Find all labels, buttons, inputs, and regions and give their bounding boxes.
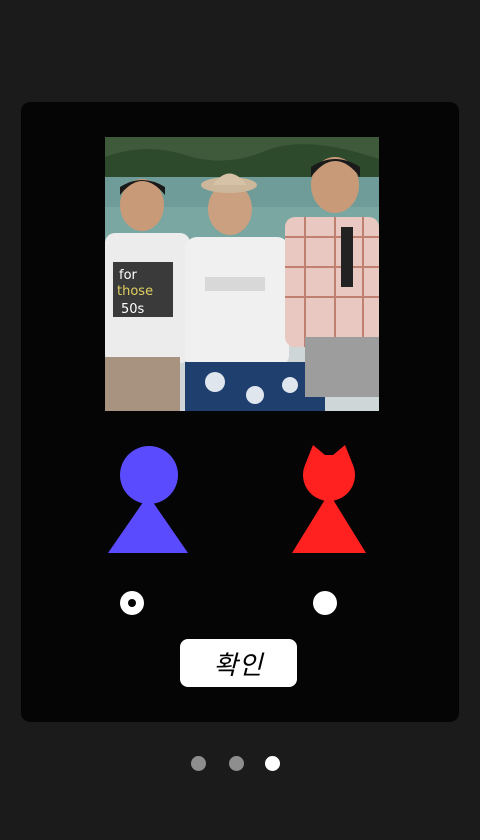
male-figure-option[interactable]	[106, 445, 190, 555]
female-figure-icon	[292, 445, 366, 553]
male-figure-icon	[108, 446, 188, 553]
svg-text:for: for	[119, 268, 138, 283]
gender-select-card: for those 50s 확인	[21, 102, 459, 722]
page-dot-1[interactable]	[191, 756, 206, 771]
female-figure-head	[303, 445, 355, 501]
radio-selected-dot	[128, 599, 136, 607]
page-dot-3[interactable]	[265, 756, 280, 771]
page-indicator	[0, 756, 480, 772]
male-radio-button[interactable]	[120, 591, 144, 615]
svg-text:those: those	[117, 284, 153, 299]
page-dot-2[interactable]	[229, 756, 244, 771]
female-figure-body	[292, 493, 366, 553]
svg-text:50s: 50s	[121, 302, 145, 317]
group-photo-image: for those 50s	[105, 137, 379, 411]
confirm-button[interactable]: 확인	[180, 639, 297, 687]
group-photo: for those 50s	[105, 137, 379, 411]
male-figure-head	[120, 446, 178, 504]
female-radio-button[interactable]	[313, 591, 337, 615]
female-figure-option[interactable]	[291, 445, 367, 555]
confirm-button-label: 확인	[213, 650, 264, 681]
